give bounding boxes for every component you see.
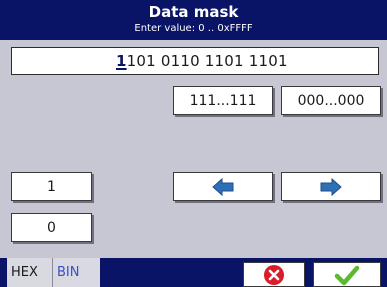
digit-zero-button[interactable]: 0 (11, 213, 92, 242)
cursor-char: 1 (116, 52, 127, 70)
value-input[interactable]: 1101 0110 1101 1101 (11, 47, 379, 75)
arrow-left-icon (212, 177, 234, 196)
digit-one-button[interactable]: 1 (11, 172, 92, 201)
arrow-right-icon (320, 177, 342, 196)
set-all-zeros-button[interactable]: 000...000 (281, 86, 381, 115)
tab-bin[interactable]: BIN (53, 258, 100, 287)
value-text: 1101 0110 1101 1101 (116, 52, 288, 70)
tab-hex[interactable]: HEX (7, 258, 53, 287)
dialog-header: Data mask Enter value: 0 .. 0xFFFF (0, 0, 387, 40)
ok-button[interactable] (313, 262, 381, 287)
cancel-icon (264, 264, 284, 285)
checkmark-icon (334, 265, 360, 285)
move-left-button[interactable] (173, 172, 273, 201)
dialog-title: Data mask (148, 3, 239, 21)
value-rest: 101 0110 1101 1101 (126, 52, 288, 70)
set-all-ones-button[interactable]: 111...111 (173, 86, 273, 115)
dialog-subtitle: Enter value: 0 .. 0xFFFF (134, 23, 253, 34)
move-right-button[interactable] (281, 172, 381, 201)
cancel-button[interactable] (243, 262, 305, 287)
